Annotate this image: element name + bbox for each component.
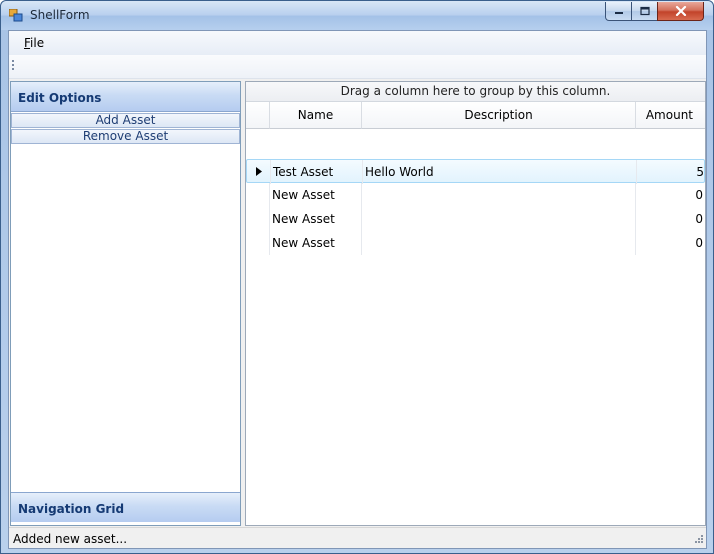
add-asset-button[interactable]: Add Asset: [11, 113, 240, 128]
left-panel: Edit Options Add Asset Remove Asset Navi…: [10, 81, 241, 526]
row-indicator: [246, 183, 270, 207]
cell-name[interactable]: Test Asset: [271, 160, 363, 184]
menu-bar: File: [9, 31, 706, 55]
column-header-description[interactable]: Description: [362, 102, 636, 129]
table-row[interactable]: New Asset 0: [246, 231, 705, 255]
client-area: File Edit Options Add Asset Remove Asset…: [8, 30, 707, 549]
cell-description[interactable]: [362, 231, 636, 255]
close-icon: [675, 6, 686, 16]
main-window: ShellForm File Edit Options Add Asset Re…: [0, 0, 714, 554]
cell-description[interactable]: [362, 183, 636, 207]
cell-amount[interactable]: 0: [636, 231, 705, 255]
maximize-button[interactable]: [631, 2, 658, 21]
cell-name[interactable]: New Asset: [270, 207, 362, 231]
menu-file-label: ile: [30, 36, 45, 50]
cell-name[interactable]: New Asset: [270, 183, 362, 207]
window-title: ShellForm: [30, 8, 90, 22]
close-button[interactable]: [657, 2, 704, 21]
cell-name[interactable]: New Asset: [270, 231, 362, 255]
menu-file[interactable]: File: [17, 35, 51, 51]
toolbar-grip-icon[interactable]: [12, 60, 15, 74]
table-row[interactable]: New Asset 0: [246, 207, 705, 231]
table-row[interactable]: Test Asset Hello World 5: [246, 159, 706, 184]
app-icon: [9, 9, 23, 22]
group-by-panel[interactable]: Drag a column here to group by this colu…: [246, 82, 705, 102]
cell-amount[interactable]: 5: [637, 160, 706, 184]
minimize-button[interactable]: [605, 2, 632, 21]
status-text: Added new asset...: [13, 532, 128, 546]
cell-amount[interactable]: 0: [636, 207, 705, 231]
table-row[interactable]: New Asset 0: [246, 183, 705, 207]
column-header-name[interactable]: Name: [270, 102, 362, 129]
navigation-grid-header[interactable]: Navigation Grid: [11, 492, 240, 522]
row-pointer-icon: [256, 167, 262, 176]
maximize-icon: [639, 6, 650, 16]
size-grip-icon[interactable]: [692, 534, 704, 546]
row-indicator: [246, 207, 270, 231]
title-bar[interactable]: ShellForm: [1, 1, 713, 30]
cell-description[interactable]: [362, 207, 636, 231]
minimize-icon: [614, 12, 623, 14]
status-bar: Added new asset...: [9, 527, 706, 548]
tool-strip: [9, 55, 706, 79]
remove-asset-button[interactable]: Remove Asset: [11, 129, 240, 144]
asset-grid: Drag a column here to group by this colu…: [245, 81, 706, 526]
column-header-amount[interactable]: Amount: [636, 102, 705, 129]
row-indicator-header: [246, 102, 270, 129]
cell-description[interactable]: Hello World: [363, 160, 637, 184]
cell-amount[interactable]: 0: [636, 183, 705, 207]
row-indicator: [247, 160, 271, 184]
row-indicator: [246, 231, 270, 255]
edit-options-header[interactable]: Edit Options: [11, 82, 240, 112]
